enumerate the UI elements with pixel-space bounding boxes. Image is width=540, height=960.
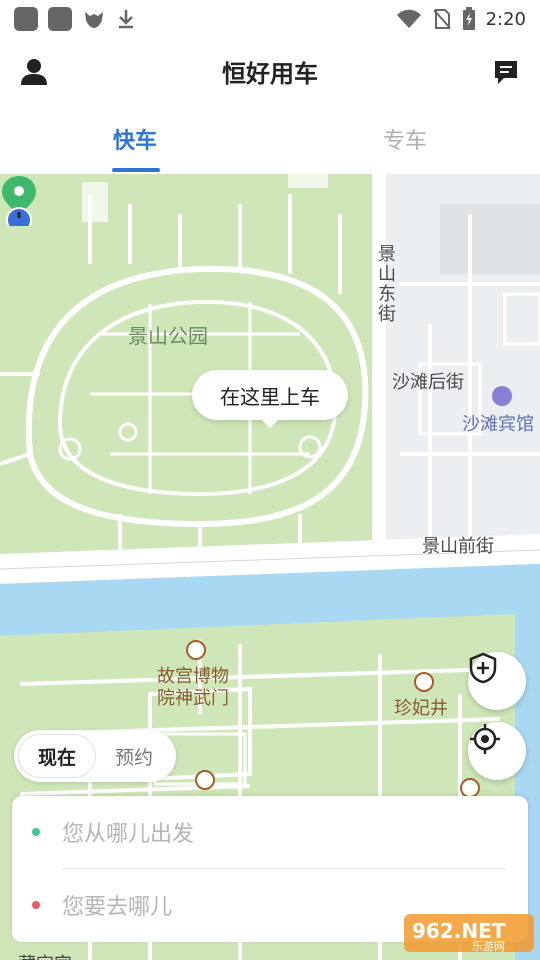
time-mode-toggle: 现在 预约 xyxy=(14,730,176,782)
wifi-icon xyxy=(396,9,421,28)
battery-charging-icon xyxy=(462,7,475,30)
clock-time: 2:20 xyxy=(485,8,526,30)
svg-text:乐游网: 乐游网 xyxy=(472,940,505,953)
status-right-icons: 2:20 xyxy=(396,7,526,31)
no-sim-icon xyxy=(432,9,451,29)
tab-express[interactable]: 快车 xyxy=(0,104,270,174)
pickup-bubble[interactable]: 在这里上车 xyxy=(192,370,348,428)
watermark-logo: 962.NET 乐游网 xyxy=(404,914,534,953)
map-label-shatan-hou-street: 沙滩后街 xyxy=(392,372,464,393)
map-label-shatan-hotel: 沙滩宾馆 xyxy=(462,414,534,435)
shield-plus-icon xyxy=(469,652,497,684)
tab-premium[interactable]: 专车 xyxy=(270,104,540,174)
map-label-museum-gate-line2: 院神武门 xyxy=(157,688,229,709)
origin-placeholder: 您从哪儿出发 xyxy=(62,822,195,847)
map-label-jingshan-east-street: 景山东街 xyxy=(375,244,396,324)
page-title: 恒好用车 xyxy=(222,59,318,88)
toggle-reserve[interactable]: 预约 xyxy=(96,734,172,778)
origin-dot-icon xyxy=(32,828,40,836)
app-notification-icon xyxy=(48,7,72,31)
destination-placeholder: 您要去哪儿 xyxy=(62,895,173,920)
safety-button[interactable] xyxy=(468,652,526,710)
origin-field[interactable]: 您从哪儿出发 xyxy=(12,796,528,868)
status-left-icons xyxy=(14,7,136,31)
toggle-now[interactable]: 现在 xyxy=(18,734,96,778)
message-icon[interactable] xyxy=(492,58,520,86)
map-label-zhenfei-well: 珍妃井 xyxy=(394,698,448,719)
ride-type-tabs: 快车 专车 xyxy=(0,104,540,174)
map-label-jingshan-front-street: 景山前街 xyxy=(422,536,494,557)
app-notification-icon xyxy=(14,7,38,31)
pickup-pin-icon xyxy=(2,176,36,226)
fox-icon xyxy=(85,12,103,28)
destination-dot-icon xyxy=(32,901,40,909)
app-header: 恒好用车 xyxy=(0,38,540,104)
locate-button[interactable] xyxy=(468,722,526,780)
crosshair-locate-icon xyxy=(470,724,500,754)
map-label-bottom-fragment: 藏宝宫 xyxy=(18,950,72,960)
user-icon[interactable] xyxy=(18,56,50,88)
download-icon xyxy=(119,10,133,29)
status-bar: 2:20 xyxy=(0,0,540,38)
map-label-park: 景山公园 xyxy=(128,324,208,348)
